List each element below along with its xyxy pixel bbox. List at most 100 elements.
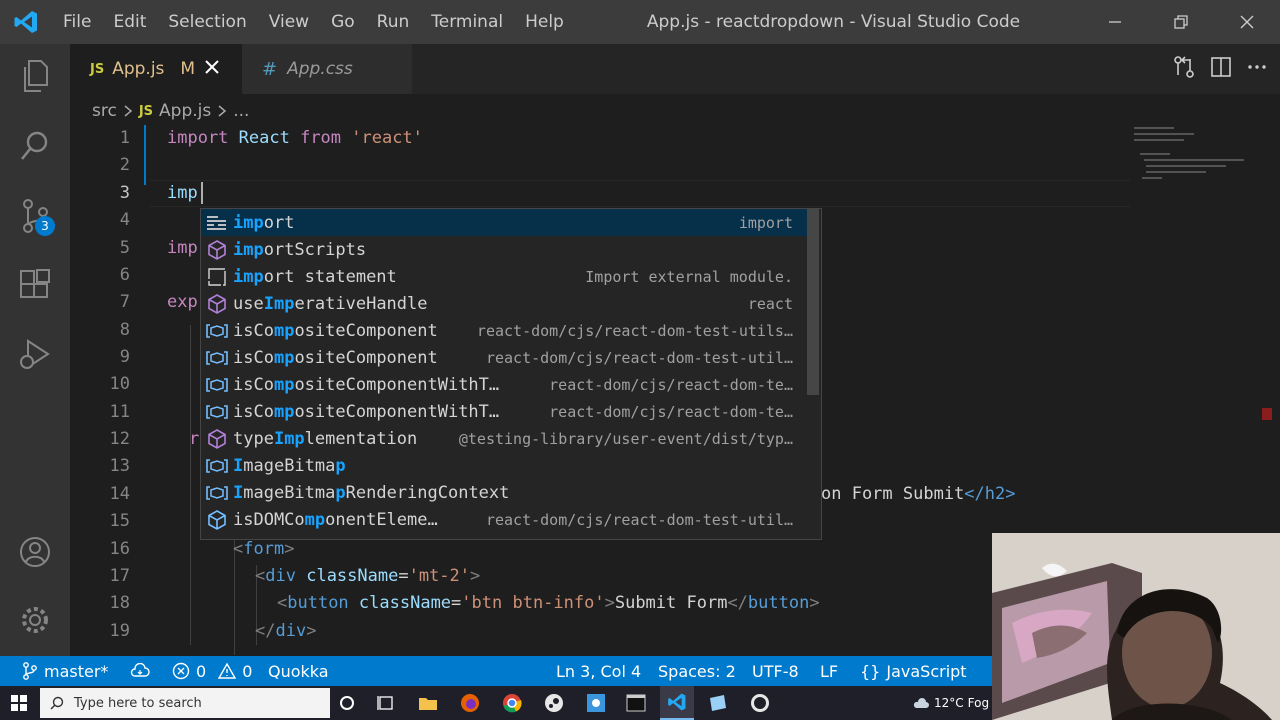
menu-edit[interactable]: Edit (102, 12, 157, 32)
menu-run[interactable]: Run (366, 12, 421, 32)
problems-indicator[interactable]: 0 0 (172, 656, 252, 686)
suggestion-item[interactable]: ImageBitmapRenderingContext (201, 479, 807, 506)
more-actions-button[interactable] (1246, 56, 1268, 82)
steam-icon (545, 694, 563, 712)
tab-app-css[interactable]: # App.css (242, 44, 412, 94)
menu-selection[interactable]: Selection (157, 12, 257, 32)
indentation-setting[interactable]: Spaces: 2 (658, 656, 736, 686)
encoding-setting[interactable]: UTF-8 (752, 656, 799, 686)
branch-indicator[interactable]: master* (22, 656, 108, 686)
variable-icon (206, 404, 228, 419)
suggestion-item[interactable]: importScripts (201, 236, 807, 263)
sync-button[interactable] (130, 656, 150, 686)
tab-app-js[interactable]: JS App.js M (70, 44, 242, 94)
restore-icon (1174, 15, 1188, 29)
branch-name: master* (44, 661, 109, 681)
taskbar-search[interactable]: Type here to search (40, 688, 330, 718)
suggestion-detail: Import external module. (585, 267, 793, 286)
line-number: 10 (109, 374, 130, 394)
tab-close-button[interactable] (205, 59, 219, 79)
terminal-app[interactable] (624, 686, 648, 720)
split-editor-button[interactable] (1210, 56, 1232, 82)
accounts-button[interactable] (0, 522, 70, 582)
end-of-line-setting[interactable]: LF (820, 656, 838, 686)
weather-widget[interactable]: 12°C Fog (912, 686, 989, 720)
source-control-button[interactable]: 3 (0, 186, 70, 246)
menu-view[interactable]: View (258, 12, 320, 32)
code-line-5-partial: imp (167, 238, 198, 258)
line-number: 19 (109, 621, 130, 641)
breadcrumb-file[interactable]: App.js (159, 101, 211, 121)
extensions-button[interactable] (0, 256, 70, 316)
braces-icon: {} (860, 661, 881, 681)
restore-button[interactable] (1148, 0, 1214, 44)
split-editor-icon (1211, 57, 1231, 77)
explorer-button[interactable] (0, 46, 70, 106)
line-number: 18 (109, 593, 130, 613)
menu-help[interactable]: Help (514, 12, 575, 32)
suggestion-item[interactable]: isCompositeComponent react-dom/cjs/react… (201, 344, 807, 371)
title-bar: File Edit Selection View Go Run Terminal… (0, 0, 1280, 44)
start-button[interactable] (0, 686, 38, 720)
notes-app[interactable] (706, 686, 730, 720)
run-debug-button[interactable] (0, 324, 70, 384)
keyword-token: import (167, 128, 229, 148)
firefox-app[interactable] (458, 686, 482, 720)
code-line-14-partial: on Form Submit</h2> (821, 484, 1015, 504)
code-line-1: import React from 'react' (167, 128, 423, 148)
steam-app[interactable] (542, 686, 566, 720)
autocomplete-suggestions: import import importScripts import state… (200, 208, 822, 540)
breadcrumb-symbols[interactable]: ... (233, 101, 249, 121)
code-line-18: <button className='btn btn-info'>Submit … (277, 593, 820, 613)
ellipsis-icon (1248, 65, 1266, 69)
snippet-icon (208, 267, 226, 286)
editor-tabs: JS App.js M # App.css (70, 44, 1280, 94)
indent-guide (190, 325, 191, 645)
suggestion-item[interactable]: import import (201, 209, 807, 236)
menu-file[interactable]: File (52, 12, 102, 32)
line-number: 15 (109, 511, 130, 531)
suggestion-item[interactable]: isCompositeComponent react-dom/cjs/react… (201, 317, 807, 344)
vscode-app[interactable] (660, 686, 694, 720)
suggestion-item[interactable]: isCompositeComponentWithT… react-dom/cjs… (201, 398, 807, 425)
run-debug-icon (20, 339, 50, 369)
suggestion-item[interactable]: typeImplementation @testing-library/user… (201, 425, 807, 452)
file-explorer-app[interactable] (416, 686, 440, 720)
suggestion-item[interactable]: isCompositeComponentWithT… react-dom/cjs… (201, 371, 807, 398)
editor-actions (1172, 44, 1268, 94)
suggestion-item[interactable]: ImageBitmap (201, 452, 807, 479)
vscode-logo-icon[interactable] (0, 0, 52, 44)
closing-tag: </h2> (964, 484, 1016, 504)
line-number: 6 (119, 265, 130, 285)
chrome-app[interactable] (500, 686, 524, 720)
quokka-button[interactable]: Quokka (268, 656, 329, 686)
obs-app[interactable] (748, 686, 772, 720)
menu-go[interactable]: Go (320, 12, 366, 32)
search-view-button[interactable] (0, 116, 70, 176)
menu-terminal[interactable]: Terminal (420, 12, 514, 32)
language-mode[interactable]: {} JavaScript (860, 656, 967, 686)
task-view-button[interactable] (374, 686, 398, 720)
cloud-icon (913, 698, 929, 708)
manage-button[interactable] (0, 590, 70, 650)
suggestion-detail: react-dom/cjs/react-dom-te… (549, 402, 793, 421)
breadcrumb-folder[interactable]: src (92, 101, 117, 121)
line-number: 8 (119, 320, 130, 340)
suggestion-item[interactable]: import statement Import external module. (201, 263, 807, 290)
cortana-button[interactable] (336, 686, 358, 720)
open-changes-button[interactable] (1172, 55, 1196, 83)
suggestion-item[interactable]: isDOMComponentEleme… react-dom/cjs/react… (201, 506, 807, 533)
suggestions-scrollbar[interactable] (807, 209, 819, 395)
cursor-position[interactable]: Ln 3, Col 4 (556, 656, 641, 686)
search-icon (50, 696, 64, 710)
minimize-button[interactable] (1082, 0, 1148, 44)
error-icon (172, 662, 190, 680)
search-icon (20, 131, 48, 160)
minimap[interactable] (1132, 125, 1262, 195)
error-count: 0 (196, 661, 207, 681)
store-app[interactable] (584, 686, 608, 720)
language-name: JavaScript (886, 661, 967, 681)
scrollbar-marker (1262, 408, 1272, 420)
suggestion-item[interactable]: useImperativeHandle react (201, 290, 807, 317)
close-button[interactable] (1214, 0, 1280, 44)
